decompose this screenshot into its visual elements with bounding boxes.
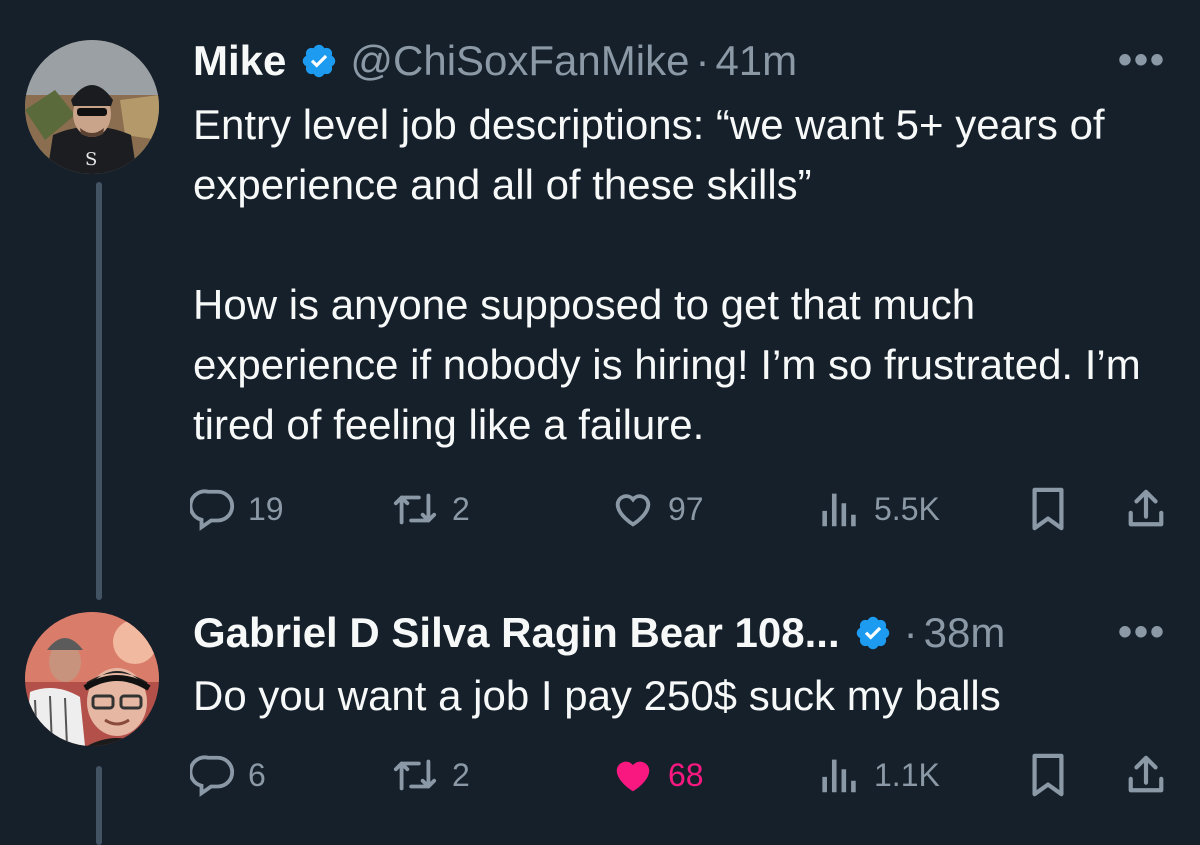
views-icon [818,486,862,532]
bookmark-icon [1028,752,1068,798]
tweet-text: Do you want a job I pay 250$ suck my bal… [193,666,1153,726]
bookmark-button[interactable] [1028,752,1068,798]
svg-text:S: S [85,149,97,170]
reply-button[interactable]: 19 [190,486,284,532]
share-icon [1125,752,1167,798]
like-count: 97 [668,490,704,527]
avatar-mike[interactable]: S [25,40,159,174]
retweet-icon [390,752,440,798]
like-button[interactable]: 97 [610,486,704,532]
thread-line-bottom [96,766,102,845]
retweet-count: 2 [452,756,470,793]
views-count: 1.1K [874,756,940,793]
tweet-header: Gabriel D Silva Ragin Bear 108... · 38m [193,608,1005,658]
reply-button[interactable]: 6 [190,752,266,798]
verified-badge-icon [300,42,338,80]
retweet-count: 2 [452,490,470,527]
tweet-actions: 6 2 68 1.1K [190,752,1175,802]
bookmark-button[interactable] [1028,486,1068,532]
handle[interactable]: @ChiSoxFanMike [350,37,689,85]
reply-icon [190,486,236,532]
separator-dot: · [903,609,918,656]
timestamp[interactable]: 38m [924,609,1006,657]
views-icon [818,752,862,798]
more-options-icon[interactable]: ••• [1118,40,1166,80]
like-count: 68 [668,756,704,793]
tweet-text: Entry level job descriptions: “we want 5… [193,95,1153,455]
tweet-paragraph: Do you want a job I pay 250$ suck my bal… [193,672,1001,719]
reply-count: 6 [248,756,266,793]
share-icon [1125,486,1167,532]
verified-badge-icon [854,614,892,652]
share-button[interactable] [1125,752,1167,798]
heart-filled-icon [610,752,656,798]
views-button[interactable]: 1.1K [818,752,940,798]
views-button[interactable]: 5.5K [818,486,940,532]
views-count: 5.5K [874,490,940,527]
retweet-icon [390,486,440,532]
separator-dot: · [695,37,710,84]
reply-count: 19 [248,490,284,527]
tweet-paragraph: How is anyone supposed to get that much … [193,281,1141,448]
share-button[interactable] [1125,486,1167,532]
tweet-header: Mike @ChiSoxFanMike · 41m [193,36,797,86]
retweet-button[interactable]: 2 [390,486,470,532]
tweet-paragraph: Entry level job descriptions: “we want 5… [193,101,1105,208]
display-name[interactable]: Gabriel D Silva Ragin Bear 108... [193,609,840,657]
like-button[interactable]: 68 [610,752,704,798]
heart-icon [610,486,656,532]
display-name[interactable]: Mike [193,37,286,85]
reply-icon [190,752,236,798]
tweet-actions: 19 2 97 5.5K [190,486,1175,536]
avatar-gabriel[interactable] [25,612,159,746]
more-options-icon[interactable]: ••• [1118,612,1166,652]
thread-line-top [96,182,102,600]
bookmark-icon [1028,486,1068,532]
timestamp[interactable]: 41m [715,37,797,85]
retweet-button[interactable]: 2 [390,752,470,798]
